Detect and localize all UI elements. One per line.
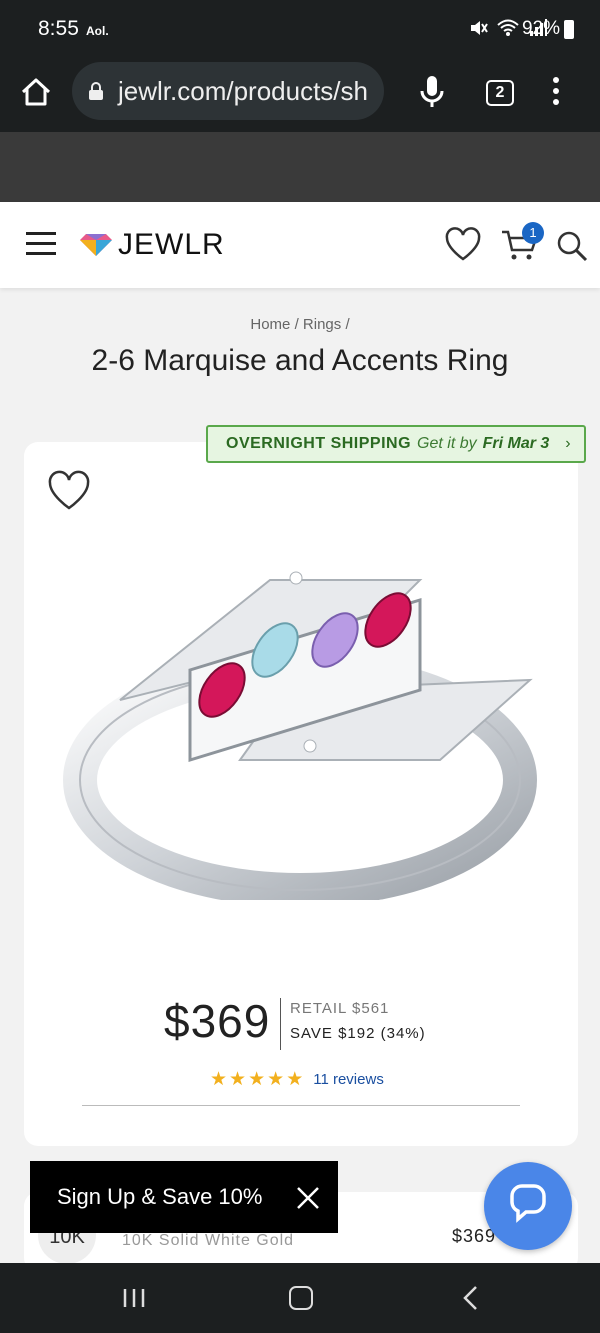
back-icon[interactable]	[462, 1285, 480, 1311]
battery-icon	[564, 20, 574, 39]
price-section: $369 RETAIL $561 SAVE $192 (34%)	[0, 990, 600, 1060]
signup-banner[interactable]: Sign Up & Save 10%	[30, 1161, 338, 1233]
star-icon: ★	[286, 1069, 304, 1090]
lock-icon	[89, 82, 103, 100]
chevron-right-icon: ›	[565, 435, 571, 452]
hamburger-icon[interactable]	[26, 232, 56, 256]
product-title: 2-6 Marquise and Accents Ring	[91, 344, 509, 377]
home-nav-icon[interactable]	[289, 1286, 313, 1310]
search-icon[interactable]	[556, 230, 588, 262]
divider	[82, 1105, 520, 1106]
reviews-link[interactable]: 11 reviews	[313, 1071, 384, 1088]
browser-banner-area	[0, 132, 600, 202]
breadcrumb-rings[interactable]: Rings	[303, 316, 341, 333]
star-icon: ★	[267, 1069, 285, 1090]
browser-toolbar: jewlr.com/products/sh 2	[0, 60, 600, 132]
chat-icon	[510, 1184, 546, 1223]
shipping-date: Fri Mar 3	[482, 435, 550, 452]
shipping-label: OVERNIGHT SHIPPING	[226, 435, 412, 452]
savings-text: SAVE $192 (34%)	[290, 1025, 426, 1042]
home-icon[interactable]	[18, 74, 54, 110]
product-image[interactable]	[60, 560, 540, 900]
breadcrumb-separator: /	[345, 316, 350, 333]
status-time: 8:55	[38, 17, 79, 40]
diamond-logo-icon	[80, 234, 112, 256]
url-bar[interactable]: jewlr.com/products/sh	[72, 62, 384, 120]
metal-name: 10K Solid White Gold	[122, 1232, 295, 1249]
site-header: JEWLR 1	[0, 202, 600, 288]
site-logo[interactable]: JEWLR	[80, 228, 225, 262]
recents-icon[interactable]	[122, 1287, 146, 1309]
heart-icon[interactable]	[444, 226, 482, 262]
kebab-icon[interactable]	[552, 77, 560, 107]
wishlist-heart-icon[interactable]	[46, 470, 92, 512]
breadcrumb: Home / Rings /	[0, 316, 600, 333]
star-icon: ★	[229, 1069, 247, 1090]
tabs-button[interactable]: 2	[486, 80, 514, 106]
rating-row[interactable]: ★ ★ ★ ★ ★ 11 reviews	[210, 1068, 384, 1091]
cart-count-badge: 1	[522, 222, 544, 244]
chat-button[interactable]	[484, 1162, 572, 1250]
star-icon: ★	[210, 1069, 228, 1090]
breadcrumb-home[interactable]: Home	[250, 316, 290, 333]
wifi-icon	[497, 19, 519, 36]
price-divider	[280, 998, 281, 1050]
system-nav-bar	[0, 1263, 600, 1333]
mic-icon[interactable]	[418, 74, 446, 110]
shipping-sub: Get it by	[417, 435, 477, 452]
signup-label: Sign Up & Save 10%	[57, 1184, 263, 1209]
status-carrier: Aol.	[86, 24, 109, 38]
close-icon[interactable]	[296, 1186, 320, 1210]
status-bar: 8:55 Aol. 92%	[0, 0, 600, 60]
breadcrumb-separator: /	[294, 316, 299, 333]
mute-icon	[471, 21, 488, 35]
url-text: jewlr.com/products/sh	[118, 75, 368, 106]
shipping-banner[interactable]: OVERNIGHT SHIPPING Get it by Fri Mar 3 ›	[206, 425, 586, 463]
star-icon: ★	[248, 1069, 266, 1090]
product-price: $369	[164, 995, 271, 1047]
battery-percent: 92%	[521, 18, 560, 39]
logo-wordmark: JEWLR	[118, 228, 225, 261]
retail-price: RETAIL $561	[290, 1000, 390, 1017]
